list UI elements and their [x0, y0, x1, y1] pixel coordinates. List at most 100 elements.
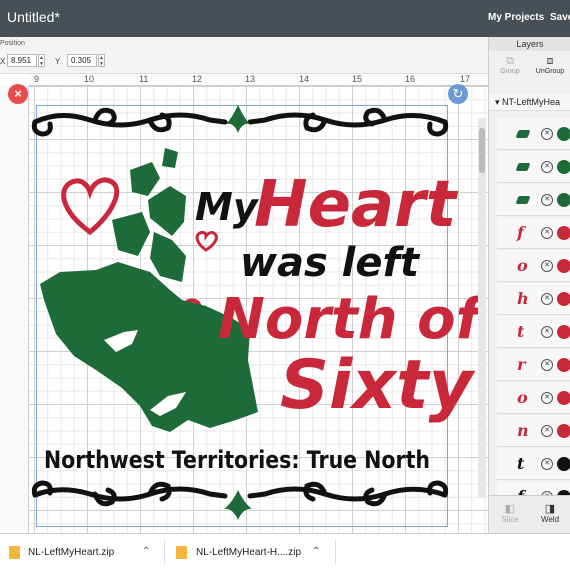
- x-stepper[interactable]: ▲ ▼: [38, 54, 45, 67]
- layer-thumbnail: [515, 196, 531, 204]
- group-button[interactable]: ⧉ Group: [491, 55, 529, 75]
- visibility-icon[interactable]: ✕: [541, 227, 553, 239]
- downloads-bar: NL-LeftMyHeart.zip ⌃ NL-LeftMyHeart-H...…: [0, 533, 570, 569]
- top-ruler: 9 10 11 12 13 14 15 16 17: [29, 74, 488, 86]
- layer-group-row[interactable]: ▾ NT-LeftMyHea: [489, 94, 570, 111]
- layer-thumbnail: [515, 130, 531, 138]
- visibility-icon[interactable]: ✕: [541, 326, 553, 338]
- divider: [164, 540, 165, 564]
- save-button[interactable]: Save: [550, 12, 570, 23]
- delete-selection-button[interactable]: ×: [8, 84, 28, 104]
- app-header: Untitled* My Projects Save: [0, 0, 570, 37]
- zip-file-icon: [176, 546, 187, 559]
- slice-icon: ◧: [504, 503, 516, 515]
- zip-file-icon: [9, 546, 20, 559]
- layer-row[interactable]: f✕: [497, 217, 570, 249]
- visibility-icon[interactable]: ✕: [541, 425, 553, 437]
- size-readout: 7.: [468, 305, 476, 315]
- layer-thumbnail: n: [517, 421, 529, 440]
- ruler-tick: 17: [460, 74, 471, 84]
- y-stepper[interactable]: ▲ ▼: [98, 54, 105, 67]
- ungroup-button[interactable]: ⧈ UnGroup: [531, 55, 569, 75]
- divider: [335, 540, 336, 564]
- layer-thumbnail: [515, 163, 531, 171]
- ruler-tick: 13: [245, 74, 256, 84]
- left-ruler: [0, 86, 29, 533]
- x-label: X: [0, 57, 6, 66]
- layer-color-swatch[interactable]: [557, 193, 570, 207]
- ruler-tick: 14: [299, 74, 310, 84]
- y-label: Y: [55, 57, 61, 66]
- download-item[interactable]: NL-LeftMyHeart-H....zip ⌃: [166, 534, 336, 570]
- selection-box[interactable]: [36, 105, 448, 527]
- layer-row[interactable]: n ✕: [497, 415, 570, 447]
- ruler-tick: 9: [34, 74, 40, 84]
- weld-button[interactable]: ◨ Weld: [531, 502, 569, 524]
- my-projects-link[interactable]: My Projects: [488, 12, 544, 23]
- download-filename: NL-LeftMyHeart.zip: [28, 547, 115, 558]
- layer-color-swatch[interactable]: [557, 358, 570, 372]
- weld-icon: ◨: [544, 503, 556, 515]
- layer-color-swatch[interactable]: [557, 259, 570, 273]
- layer-color-swatch[interactable]: [557, 424, 570, 438]
- slice-label: Slice: [501, 515, 519, 524]
- ruler-tick: 16: [405, 74, 416, 84]
- layers-panel: Layers ⧉ Group ⧈ UnGroup ▾ NT-LeftMyHea …: [488, 37, 570, 533]
- download-filename: NL-LeftMyHeart-H....zip: [196, 547, 302, 558]
- visibility-icon[interactable]: ✕: [541, 359, 553, 371]
- ruler-tick: 15: [352, 74, 363, 84]
- layer-thumbnail: r: [517, 355, 526, 374]
- layer-row[interactable]: ✕: [497, 118, 570, 150]
- layer-thumbnail: h: [517, 289, 529, 308]
- visibility-icon[interactable]: ✕: [541, 194, 553, 206]
- scrollbar-thumb[interactable]: [479, 128, 485, 173]
- rotate-handle[interactable]: ↻: [448, 84, 468, 104]
- layer-thumbnail: t: [517, 454, 525, 473]
- layer-row[interactable]: o ✕: [497, 250, 570, 282]
- ruler-tick: 11: [139, 74, 149, 84]
- layer-row[interactable]: h ✕: [497, 283, 570, 315]
- y-position-input[interactable]: 0.305: [67, 54, 97, 67]
- layer-group-name: NT-LeftMyHea: [502, 97, 561, 107]
- layer-color-swatch[interactable]: [557, 457, 570, 471]
- layer-row[interactable]: ✕: [497, 151, 570, 183]
- visibility-icon[interactable]: ✕: [541, 392, 553, 404]
- chevron-down-icon[interactable]: ▾: [495, 97, 500, 107]
- x-position-input[interactable]: 8.951: [7, 54, 37, 67]
- position-label: Position: [0, 40, 25, 47]
- project-title: Untitled*: [7, 9, 60, 25]
- layer-color-swatch[interactable]: [557, 226, 570, 240]
- group-icon: ⧉: [506, 55, 514, 67]
- layer-row[interactable]: t ✕: [497, 448, 570, 480]
- visibility-icon[interactable]: ✕: [541, 293, 553, 305]
- layer-color-swatch[interactable]: [557, 160, 570, 174]
- download-item[interactable]: NL-LeftMyHeart.zip ⌃: [0, 534, 165, 570]
- visibility-icon[interactable]: ✕: [541, 458, 553, 470]
- ungroup-label: UnGroup: [535, 68, 565, 75]
- chevron-up-icon[interactable]: ⌃: [142, 546, 150, 557]
- chevron-up-icon[interactable]: ⌃: [312, 546, 320, 557]
- layer-row[interactable]: ✕: [497, 184, 570, 216]
- layers-header: Layers: [489, 37, 570, 51]
- ruler-tick: 10: [84, 74, 95, 84]
- layer-color-swatch[interactable]: [557, 127, 570, 141]
- layer-color-swatch[interactable]: [557, 391, 570, 405]
- layer-thumbnail: o: [517, 388, 528, 407]
- layer-row[interactable]: o ✕: [497, 382, 570, 414]
- layer-thumbnail: o: [517, 256, 528, 275]
- layers-actions: ◧ Slice ◨ Weld: [489, 495, 570, 533]
- layer-thumbnail: t: [517, 322, 525, 341]
- position-toolbar: Position X 8.951 ▲ ▼ Y 0.305 ▲ ▼: [0, 37, 488, 74]
- group-label: Group: [500, 68, 520, 75]
- layer-color-swatch[interactable]: [557, 325, 570, 339]
- layer-thumbnail: f: [517, 223, 524, 242]
- weld-label: Weld: [540, 515, 560, 524]
- slice-button[interactable]: ◧ Slice: [491, 502, 529, 524]
- layer-color-swatch[interactable]: [557, 292, 570, 306]
- visibility-icon[interactable]: ✕: [541, 128, 553, 140]
- visibility-icon[interactable]: ✕: [541, 260, 553, 272]
- layer-row[interactable]: t ✕: [497, 316, 570, 348]
- canvas-scrollbar[interactable]: [478, 118, 486, 498]
- layer-row[interactable]: r ✕: [497, 349, 570, 381]
- visibility-icon[interactable]: ✕: [541, 161, 553, 173]
